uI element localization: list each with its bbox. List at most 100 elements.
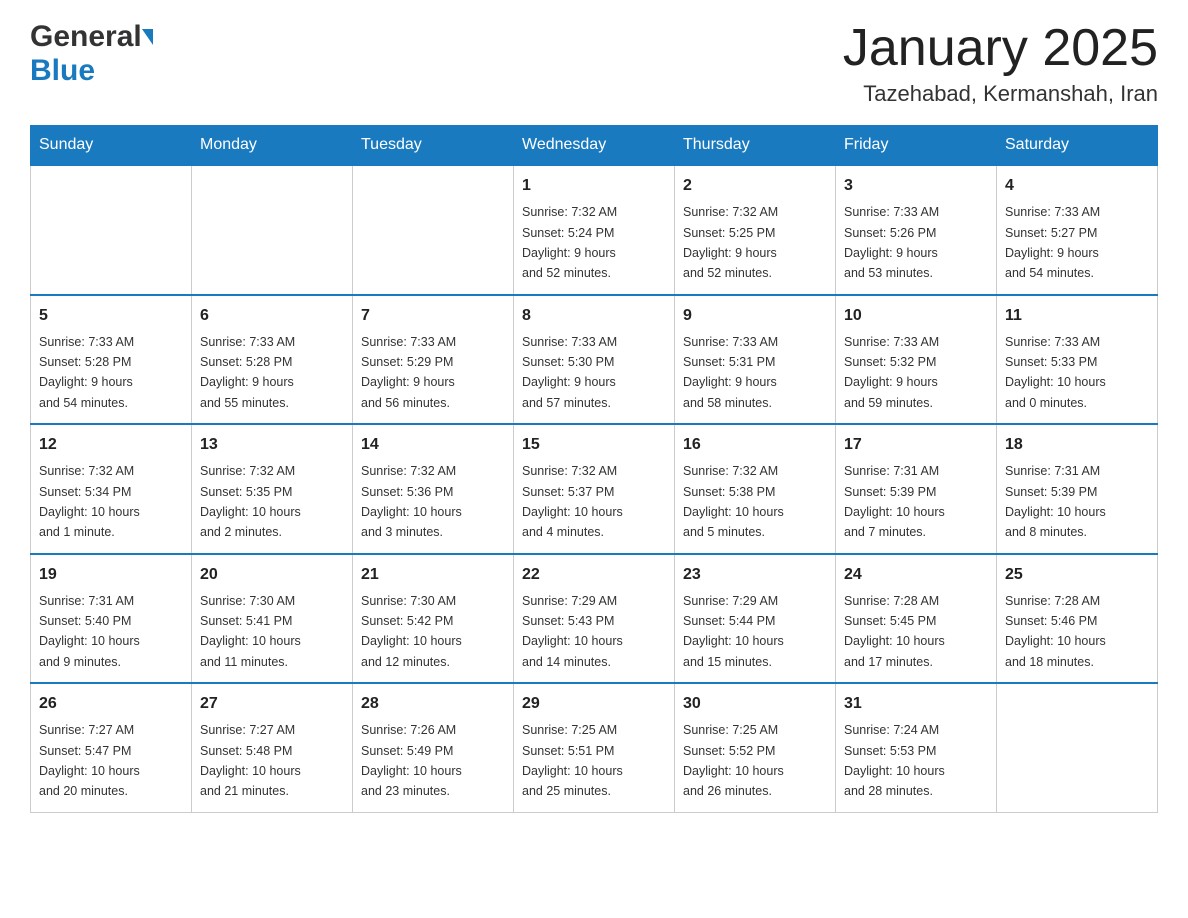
- page-header: General Blue January 2025 Tazehabad, Ker…: [30, 20, 1158, 107]
- calendar-day-cell: 29 Sunrise: 7:25 AMSunset: 5:51 PMDayligh…: [514, 683, 675, 812]
- calendar-day-cell: 3 Sunrise: 7:33 AMSunset: 5:26 PMDaylight…: [836, 165, 997, 295]
- day-of-week-header: Friday: [836, 126, 997, 166]
- calendar-day-cell: 6Sunrise: 7:33 AMSunset: 5:28 PMDaylight…: [192, 295, 353, 425]
- day-info-text: Sunrise: 7:24 AMSunset: 5:53 PMDaylight:…: [844, 723, 945, 798]
- calendar-day-cell: 11 Sunrise: 7:33 AMSunset: 5:33 PMDayligh…: [997, 295, 1158, 425]
- day-info-text: Sunrise: 7:32 AMSunset: 5:36 PMDaylight:…: [361, 464, 462, 539]
- calendar-day-cell: 21Sunrise: 7:30 AMSunset: 5:42 PMDayligh…: [353, 554, 514, 684]
- day-info-text: Sunrise: 7:31 AMSunset: 5:39 PMDaylight:…: [1005, 464, 1106, 539]
- day-info-text: Sunrise: 7:32 AMSunset: 5:37 PMDaylight:…: [522, 464, 623, 539]
- day-number: 25: [1005, 563, 1149, 587]
- day-number: 1: [522, 174, 666, 198]
- day-info-text: Sunrise: 7:25 AMSunset: 5:51 PMDaylight:…: [522, 723, 623, 798]
- day-number: 22: [522, 563, 666, 587]
- calendar-week-row: 1 Sunrise: 7:32 AMSunset: 5:24 PMDaylight…: [31, 165, 1158, 295]
- calendar-day-cell: 10 Sunrise: 7:33 AMSunset: 5:32 PMDayligh…: [836, 295, 997, 425]
- day-of-week-header: Tuesday: [353, 126, 514, 166]
- day-number: 21: [361, 563, 505, 587]
- calendar-day-cell: 13 Sunrise: 7:32 AMSunset: 5:35 PMDayligh…: [192, 424, 353, 554]
- calendar-day-cell: [353, 165, 514, 295]
- day-number: 17: [844, 433, 988, 457]
- day-of-week-header: Sunday: [31, 126, 192, 166]
- day-number: 14: [361, 433, 505, 457]
- day-info-text: Sunrise: 7:25 AMSunset: 5:52 PMDaylight:…: [683, 723, 784, 798]
- day-number: 19: [39, 563, 183, 587]
- title-section: January 2025 Tazehabad, Kermanshah, Iran: [843, 20, 1158, 107]
- calendar-day-cell: [192, 165, 353, 295]
- day-number: 11: [1005, 304, 1149, 328]
- day-info-text: Sunrise: 7:31 AMSunset: 5:40 PMDaylight:…: [39, 594, 140, 669]
- day-of-week-header: Monday: [192, 126, 353, 166]
- day-info-text: Sunrise: 7:28 AMSunset: 5:46 PMDaylight:…: [1005, 594, 1106, 669]
- day-info-text: Sunrise: 7:32 AMSunset: 5:38 PMDaylight:…: [683, 464, 784, 539]
- calendar-day-cell: [31, 165, 192, 295]
- calendar-day-cell: 14 Sunrise: 7:32 AMSunset: 5:36 PMDayligh…: [353, 424, 514, 554]
- day-number: 10: [844, 304, 988, 328]
- calendar-day-cell: 30 Sunrise: 7:25 AMSunset: 5:52 PMDayligh…: [675, 683, 836, 812]
- calendar-day-cell: 24 Sunrise: 7:28 AMSunset: 5:45 PMDayligh…: [836, 554, 997, 684]
- calendar-day-cell: 1 Sunrise: 7:32 AMSunset: 5:24 PMDaylight…: [514, 165, 675, 295]
- day-number: 20: [200, 563, 344, 587]
- calendar-day-cell: 16 Sunrise: 7:32 AMSunset: 5:38 PMDayligh…: [675, 424, 836, 554]
- day-number: 8: [522, 304, 666, 328]
- calendar-day-cell: 4 Sunrise: 7:33 AMSunset: 5:27 PMDaylight…: [997, 165, 1158, 295]
- day-number: 15: [522, 433, 666, 457]
- day-info-text: Sunrise: 7:33 AMSunset: 5:32 PMDaylight:…: [844, 335, 939, 410]
- day-info-text: Sunrise: 7:33 AMSunset: 5:31 PMDaylight:…: [683, 335, 778, 410]
- day-number: 12: [39, 433, 183, 457]
- calendar-day-cell: 26 Sunrise: 7:27 AMSunset: 5:47 PMDayligh…: [31, 683, 192, 812]
- day-info-text: Sunrise: 7:27 AMSunset: 5:47 PMDaylight:…: [39, 723, 140, 798]
- location-text: Tazehabad, Kermanshah, Iran: [843, 81, 1158, 107]
- calendar-table: SundayMondayTuesdayWednesdayThursdayFrid…: [30, 125, 1158, 813]
- day-info-text: Sunrise: 7:32 AMSunset: 5:34 PMDaylight:…: [39, 464, 140, 539]
- day-number: 16: [683, 433, 827, 457]
- day-of-week-header: Thursday: [675, 126, 836, 166]
- day-of-week-header: Wednesday: [514, 126, 675, 166]
- days-of-week-row: SundayMondayTuesdayWednesdayThursdayFrid…: [31, 126, 1158, 166]
- calendar-day-cell: 31 Sunrise: 7:24 AMSunset: 5:53 PMDayligh…: [836, 683, 997, 812]
- day-info-text: Sunrise: 7:33 AMSunset: 5:33 PMDaylight:…: [1005, 335, 1106, 410]
- calendar-week-row: 12 Sunrise: 7:32 AMSunset: 5:34 PMDayligh…: [31, 424, 1158, 554]
- day-number: 29: [522, 692, 666, 716]
- day-info-text: Sunrise: 7:33 AMSunset: 5:28 PMDaylight:…: [39, 335, 134, 410]
- day-number: 3: [844, 174, 988, 198]
- calendar-day-cell: 23Sunrise: 7:29 AMSunset: 5:44 PMDayligh…: [675, 554, 836, 684]
- day-number: 7: [361, 304, 505, 328]
- day-info-text: Sunrise: 7:30 AMSunset: 5:41 PMDaylight:…: [200, 594, 301, 669]
- calendar-day-cell: [997, 683, 1158, 812]
- calendar-day-cell: 9Sunrise: 7:33 AMSunset: 5:31 PMDaylight…: [675, 295, 836, 425]
- calendar-day-cell: 8Sunrise: 7:33 AMSunset: 5:30 PMDaylight…: [514, 295, 675, 425]
- day-number: 30: [683, 692, 827, 716]
- calendar-body: 1 Sunrise: 7:32 AMSunset: 5:24 PMDaylight…: [31, 165, 1158, 812]
- day-number: 5: [39, 304, 183, 328]
- day-info-text: Sunrise: 7:28 AMSunset: 5:45 PMDaylight:…: [844, 594, 945, 669]
- calendar-day-cell: 7Sunrise: 7:33 AMSunset: 5:29 PMDaylight…: [353, 295, 514, 425]
- calendar-day-cell: 12 Sunrise: 7:32 AMSunset: 5:34 PMDayligh…: [31, 424, 192, 554]
- day-info-text: Sunrise: 7:32 AMSunset: 5:24 PMDaylight:…: [522, 205, 617, 280]
- day-number: 24: [844, 563, 988, 587]
- calendar-day-cell: 17 Sunrise: 7:31 AMSunset: 5:39 PMDayligh…: [836, 424, 997, 554]
- logo-arrow-icon: [142, 29, 153, 45]
- day-number: 31: [844, 692, 988, 716]
- day-number: 28: [361, 692, 505, 716]
- calendar-week-row: 19 Sunrise: 7:31 AMSunset: 5:40 PMDayligh…: [31, 554, 1158, 684]
- day-info-text: Sunrise: 7:33 AMSunset: 5:28 PMDaylight:…: [200, 335, 295, 410]
- day-info-text: Sunrise: 7:26 AMSunset: 5:49 PMDaylight:…: [361, 723, 462, 798]
- day-info-text: Sunrise: 7:29 AMSunset: 5:43 PMDaylight:…: [522, 594, 623, 669]
- month-title: January 2025: [843, 20, 1158, 77]
- day-number: 4: [1005, 174, 1149, 198]
- day-info-text: Sunrise: 7:33 AMSunset: 5:27 PMDaylight:…: [1005, 205, 1100, 280]
- calendar-day-cell: 27Sunrise: 7:27 AMSunset: 5:48 PMDayligh…: [192, 683, 353, 812]
- calendar-week-row: 5 Sunrise: 7:33 AMSunset: 5:28 PMDaylight…: [31, 295, 1158, 425]
- day-info-text: Sunrise: 7:31 AMSunset: 5:39 PMDaylight:…: [844, 464, 945, 539]
- logo-general-text: General: [30, 20, 142, 54]
- day-info-text: Sunrise: 7:33 AMSunset: 5:26 PMDaylight:…: [844, 205, 939, 280]
- logo-blue-text: Blue: [30, 54, 95, 87]
- calendar-day-cell: 28 Sunrise: 7:26 AMSunset: 5:49 PMDayligh…: [353, 683, 514, 812]
- day-number: 13: [200, 433, 344, 457]
- day-info-text: Sunrise: 7:32 AMSunset: 5:35 PMDaylight:…: [200, 464, 301, 539]
- day-number: 27: [200, 692, 344, 716]
- calendar-day-cell: 20 Sunrise: 7:30 AMSunset: 5:41 PMDayligh…: [192, 554, 353, 684]
- day-number: 26: [39, 692, 183, 716]
- calendar-day-cell: 18Sunrise: 7:31 AMSunset: 5:39 PMDayligh…: [997, 424, 1158, 554]
